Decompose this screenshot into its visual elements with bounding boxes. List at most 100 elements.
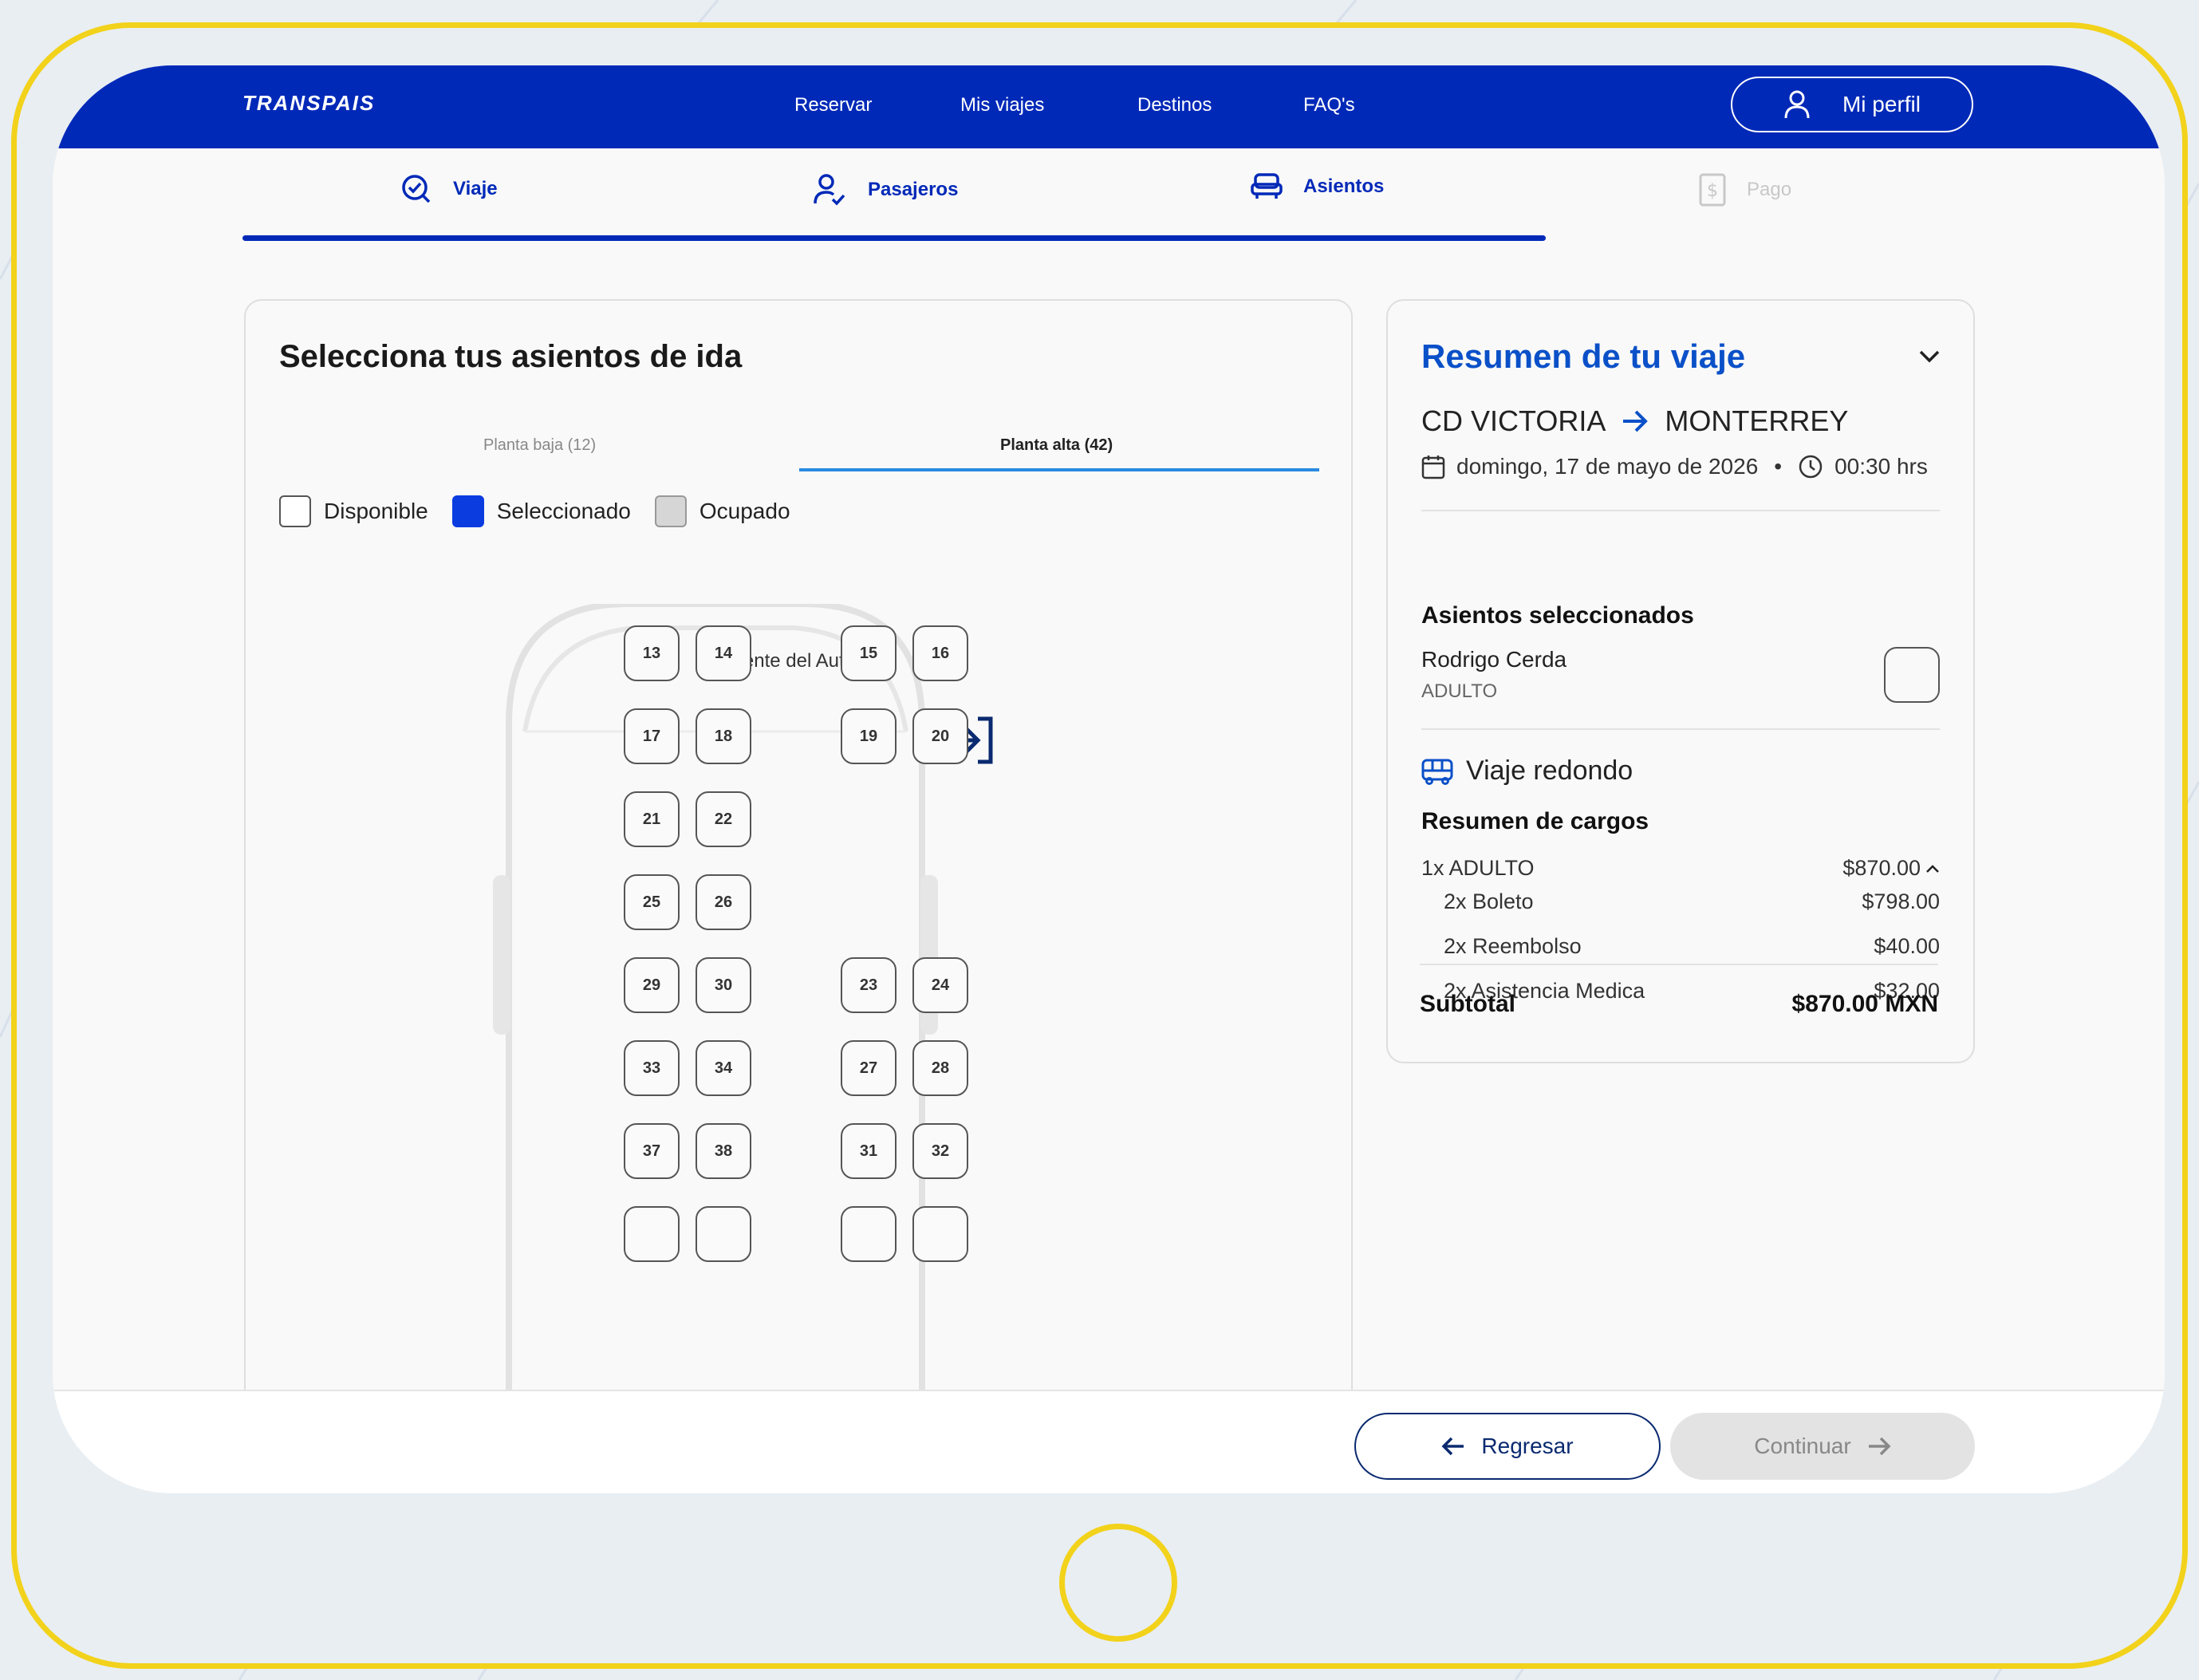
legend-ocupado: Ocupado xyxy=(654,495,790,527)
arrow-right-icon xyxy=(1868,1437,1891,1456)
charge-row[interactable]: 1x ADULTO $870.00 xyxy=(1421,856,1940,881)
legend-label: Ocupado xyxy=(699,499,790,523)
seat-33[interactable]: 33 xyxy=(624,1040,680,1096)
continue-button[interactable]: Continuar xyxy=(1670,1413,1975,1480)
step-pasajeros[interactable]: Pasajeros xyxy=(812,173,958,207)
trip-datetime: domingo, 17 de mayo de 2026 • 00:30 hrs xyxy=(1421,454,1928,479)
legend-selected-swatch xyxy=(451,495,484,527)
seat-14[interactable]: 14 xyxy=(696,625,751,681)
chevron-up-icon[interactable] xyxy=(1925,863,1940,874)
trip-date: domingo, 17 de mayo de 2026 xyxy=(1456,454,1759,479)
divider xyxy=(1421,510,1940,511)
legend-available-swatch xyxy=(279,495,311,527)
charges-title: Resumen de cargos xyxy=(1421,808,1649,834)
legend-occupied-swatch xyxy=(654,495,687,527)
arrow-right-icon xyxy=(1623,410,1649,432)
payment-icon: $ xyxy=(1699,173,1726,207)
seat-30[interactable]: 30 xyxy=(696,957,751,1013)
seat-icon xyxy=(1251,173,1283,199)
seat-28[interactable]: 28 xyxy=(912,1040,968,1096)
legend-label: Disponible xyxy=(324,499,428,523)
seat-partial[interactable] xyxy=(841,1206,897,1262)
seat-37[interactable]: 37 xyxy=(624,1123,680,1179)
seat-21[interactable]: 21 xyxy=(624,791,680,847)
seat-18[interactable]: 18 xyxy=(696,708,751,764)
seat-partial[interactable] xyxy=(912,1206,968,1262)
trip-type-label: Viaje redondo xyxy=(1466,755,1633,786)
seat-legend: Disponible Seleccionado Ocupado xyxy=(279,495,814,527)
step-label: Pasajeros xyxy=(868,179,959,200)
nav-mis-viajes[interactable]: Mis viajes xyxy=(960,94,1044,116)
seat-partial[interactable] xyxy=(696,1206,751,1262)
passenger-type: ADULTO xyxy=(1421,680,1498,702)
charge-amount: $40.00 xyxy=(1874,934,1940,958)
transpais-logo[interactable]: TRANSPAIS xyxy=(242,91,375,116)
seat-17[interactable]: 17 xyxy=(624,708,680,764)
nav-destinos[interactable]: Destinos xyxy=(1137,94,1212,116)
seat-34[interactable]: 34 xyxy=(696,1040,751,1096)
legend-seleccionado: Seleccionado xyxy=(451,495,631,527)
trip-type: Viaje redondo xyxy=(1421,755,1633,787)
stepper-progress-bar xyxy=(242,235,1546,241)
charge-row: 2x Reembolso $40.00 xyxy=(1421,934,1940,959)
divider xyxy=(1421,728,1940,730)
seat-16[interactable]: 16 xyxy=(912,625,968,681)
charge-amount: $870.00 xyxy=(1842,856,1921,880)
app-screen: TRANSPAIS Reservar Mis viajes Destinos F… xyxy=(53,65,2165,1493)
tablet-home-button xyxy=(1059,1524,1177,1642)
seat-32[interactable]: 32 xyxy=(912,1123,968,1179)
nav-faqs[interactable]: FAQ's xyxy=(1303,94,1355,116)
seat-38[interactable]: 38 xyxy=(696,1123,751,1179)
charge-amount: $798.00 xyxy=(1862,889,1940,913)
route: CD VICTORIA MONTERREY xyxy=(1421,404,1848,438)
back-button[interactable]: Regresar xyxy=(1354,1413,1661,1480)
divider xyxy=(1420,964,1938,965)
seat-23[interactable]: 23 xyxy=(841,957,897,1013)
seat-26[interactable]: 26 xyxy=(696,874,751,930)
tab-planta-baja[interactable]: Planta baja (12) xyxy=(483,436,596,455)
selected-seats-title: Asientos seleccionados xyxy=(1421,602,1694,629)
seat-25[interactable]: 25 xyxy=(624,874,680,930)
trip-time: 00:30 hrs xyxy=(1834,454,1928,479)
check-circle-icon xyxy=(402,175,431,203)
seat-partial[interactable] xyxy=(624,1206,680,1262)
charge-label: 2x Reembolso xyxy=(1444,934,1582,958)
seat-15[interactable]: 15 xyxy=(841,625,897,681)
step-label: Pago xyxy=(1747,179,1792,200)
seat-31[interactable]: 31 xyxy=(841,1123,897,1179)
clock-icon xyxy=(1799,455,1823,479)
seat-27[interactable]: 27 xyxy=(841,1040,897,1096)
legend-disponible: Disponible xyxy=(279,495,428,527)
step-label: Asientos xyxy=(1303,175,1385,197)
charge-label: 2x Boleto xyxy=(1444,889,1534,913)
profile-label: Mi perfil xyxy=(1842,92,1921,116)
profile-button[interactable]: Mi perfil xyxy=(1731,77,1973,132)
user-check-icon xyxy=(814,174,845,206)
seat-selection-card: Selecciona tus asientos de ida Planta ba… xyxy=(244,299,1353,1493)
subtotal-amount: $870.00 MXN xyxy=(1791,991,1938,1017)
seat-20[interactable]: 20 xyxy=(912,708,968,764)
user-icon xyxy=(1784,90,1810,119)
seat-29[interactable]: 29 xyxy=(624,957,680,1013)
charge-row: 2x Boleto $798.00 xyxy=(1421,889,1940,914)
seat-19[interactable]: 19 xyxy=(841,708,897,764)
seat-13[interactable]: 13 xyxy=(624,625,680,681)
seat-22[interactable]: 22 xyxy=(696,791,751,847)
charge-label: 1x ADULTO xyxy=(1421,856,1535,880)
seat-24[interactable]: 24 xyxy=(912,957,968,1013)
svg-text:$: $ xyxy=(1707,181,1718,201)
calendar-icon xyxy=(1421,455,1445,479)
tab-planta-alta[interactable]: Planta alta (42) xyxy=(1000,436,1113,455)
bus-icon xyxy=(1421,759,1453,785)
nav-reservar[interactable]: Reservar xyxy=(794,94,872,116)
step-pago: $ Pago xyxy=(1699,173,1791,207)
summary-title: Resumen de tu viaje xyxy=(1421,337,1746,375)
chevron-down-icon[interactable] xyxy=(1917,349,1941,365)
trip-summary-card: Resumen de tu viaje CD VICTORIA MONTERRE… xyxy=(1386,299,1975,1063)
passenger-seat-slot[interactable] xyxy=(1884,647,1940,703)
back-label: Regresar xyxy=(1481,1434,1574,1458)
step-asientos[interactable]: Asientos xyxy=(1251,173,1384,200)
step-viaje[interactable]: Viaje xyxy=(400,173,498,205)
arrow-left-icon xyxy=(1441,1437,1464,1456)
seat-selection-title: Selecciona tus asientos de ida xyxy=(279,339,743,374)
